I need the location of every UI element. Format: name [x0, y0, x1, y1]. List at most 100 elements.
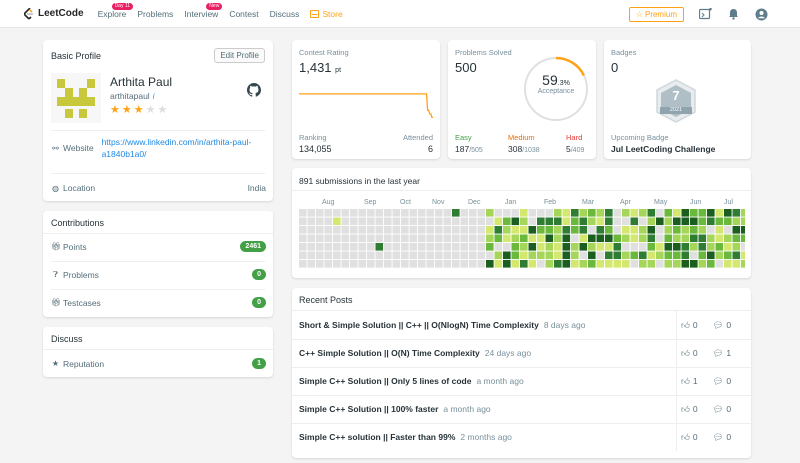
- heatmap-cell: [732, 260, 741, 268]
- heatmap-cell: [477, 217, 486, 226]
- heatmap-cell: [316, 251, 324, 260]
- comment-icon: 💬︎: [712, 375, 724, 386]
- likes-wrap[interactable]: 👍︎ 0: [681, 348, 698, 359]
- post-title[interactable]: C++ Simple Solution || O(N) Time Complex…: [299, 348, 480, 358]
- post-stats: 👍︎ 0 💬︎ 0: [681, 311, 731, 339]
- heatmap-cell: [426, 260, 435, 268]
- heatmap-month-label: Apr: [620, 199, 631, 206]
- upcoming-badge-icon[interactable]: 7 2021: [654, 78, 698, 124]
- heatmap-cell: [324, 243, 333, 251]
- heatmap-cell: [571, 209, 579, 217]
- post-time: 2 months ago: [460, 432, 512, 442]
- edit-profile-button[interactable]: Edit Profile: [214, 48, 265, 63]
- contrib-row-problems[interactable]: ❓︎ Problems 0: [51, 269, 266, 280]
- recent-posts-card: Recent Posts Short & Simple Solution || …: [292, 288, 751, 458]
- heatmap-cell: [511, 234, 520, 243]
- heatmap-cell: [375, 234, 384, 243]
- playground-icon[interactable]: [698, 7, 712, 21]
- post-row[interactable]: Simple C++ Solution || Only 5 lines of c…: [299, 367, 743, 395]
- comments-wrap[interactable]: 💬︎ 0: [713, 432, 732, 443]
- nav-problems[interactable]: Problems: [137, 9, 173, 19]
- heatmap-cell: [630, 260, 639, 268]
- heatmap-cell: [341, 226, 350, 234]
- post-row[interactable]: Simple C++ solution || Faster than 99% 2…: [299, 423, 743, 451]
- location-row: ◍ Location India: [51, 183, 266, 193]
- heatmap-cell: [401, 234, 409, 243]
- nav-interview-label: Interview: [184, 8, 219, 19]
- contrib-row-points[interactable]: 🎁︎ Points 2461: [51, 241, 266, 252]
- heatmap-cell: [707, 234, 715, 243]
- heatmap-cell: [724, 251, 732, 260]
- heatmap-cell: [435, 243, 443, 251]
- comments-wrap[interactable]: 💬︎ 0: [713, 376, 732, 387]
- heatmap-cell: [537, 209, 545, 217]
- bell-icon[interactable]: [726, 7, 740, 21]
- submissions-heatmap[interactable]: [299, 209, 745, 271]
- points-label-wrap: 🎁︎ Points: [51, 242, 87, 252]
- discuss-card: Discuss ★ Reputation 1: [43, 327, 273, 377]
- contest-rating-card: Contest Rating 1,431 pt Ranking 134,055 …: [292, 40, 440, 159]
- likes-wrap[interactable]: 👍︎ 0: [681, 432, 698, 443]
- contest-rating-chart[interactable]: [299, 85, 433, 125]
- rating-stars: ★★★★★: [110, 103, 169, 116]
- heatmap-cell: [741, 243, 745, 251]
- post-title[interactable]: Simple C++ Solution || 100% faster: [299, 404, 438, 414]
- thumbs-up-icon: 👍︎: [681, 431, 690, 442]
- heatmap-cell: [350, 243, 358, 251]
- heatmap-cell: [605, 226, 613, 234]
- nav-explore[interactable]: Explore Day 11: [98, 2, 134, 19]
- heatmap-cell: [426, 251, 435, 260]
- heatmap-cell: [681, 217, 690, 226]
- leetcode-logo[interactable]: LeetCode: [24, 7, 84, 20]
- post-title[interactable]: Simple C++ solution || Faster than 99%: [299, 432, 455, 442]
- likes-wrap[interactable]: 👍︎ 0: [681, 320, 698, 331]
- contrib-row-testcases[interactable]: 🎁︎ Testcases 0: [51, 297, 266, 308]
- heatmap-month-label: Jul: [724, 199, 733, 206]
- basic-profile-card: Basic Profile Edit Profile Arthita Paul …: [43, 40, 273, 201]
- reputation-label-wrap: ★ Reputation: [51, 359, 104, 369]
- heatmap-cell: [579, 209, 588, 217]
- heatmap-cell: [443, 217, 452, 226]
- heatmap-cell: [486, 226, 494, 234]
- discuss-row-reputation[interactable]: ★ Reputation 1: [51, 358, 266, 369]
- location-label: Location: [63, 183, 96, 193]
- nav-discuss[interactable]: Discuss: [270, 9, 300, 19]
- heatmap-cell: [375, 251, 384, 260]
- info-icon[interactable]: i: [153, 92, 155, 101]
- heatmap-cell: [477, 234, 486, 243]
- reputation-badge: 1: [252, 358, 266, 369]
- medium-count: 308/1038: [508, 144, 540, 154]
- premium-label: Premium: [644, 9, 677, 19]
- testcases-badge: 0: [252, 297, 266, 308]
- post-row[interactable]: C++ Simple Solution || O(N) Time Complex…: [299, 339, 743, 367]
- user-icon[interactable]: [754, 7, 768, 21]
- likes-count: 0: [692, 348, 698, 358]
- comments-wrap[interactable]: 💬︎ 1: [713, 348, 732, 359]
- heatmap-month-label: Sep: [364, 199, 377, 206]
- premium-button[interactable]: ☆ Premium: [628, 6, 684, 22]
- heatmap-cell: [409, 251, 418, 260]
- heatmap-cell: [520, 243, 528, 251]
- comments-wrap[interactable]: 💬︎ 0: [713, 404, 732, 415]
- heatmap-cell: [511, 243, 520, 251]
- avatar[interactable]: [51, 73, 101, 123]
- post-row[interactable]: Simple C++ Solution || 100% faster a mon…: [299, 395, 743, 423]
- post-title[interactable]: Short & Simple Solution || C++ || O(Nlog…: [299, 320, 539, 330]
- github-icon[interactable]: [247, 83, 261, 97]
- heatmap-cell: [741, 251, 745, 260]
- likes-wrap[interactable]: 👍︎ 0: [681, 404, 698, 415]
- nav-contest[interactable]: Contest: [229, 9, 258, 19]
- post-title[interactable]: Simple C++ Solution || Only 5 lines of c…: [299, 376, 471, 386]
- nav-store[interactable]: Store: [310, 9, 343, 19]
- post-col-divider: [676, 311, 677, 339]
- heatmap-cell: [605, 260, 613, 268]
- upcoming-badge-name[interactable]: Jul LeetCoding Challenge: [611, 144, 715, 154]
- heatmap-cell: [545, 260, 554, 268]
- nav-interview[interactable]: Interview New: [184, 2, 223, 19]
- heatmap-cell: [630, 226, 639, 234]
- comments-wrap[interactable]: 💬︎ 0: [713, 320, 732, 331]
- heatmap-cell: [350, 260, 358, 268]
- likes-wrap[interactable]: 👍︎ 1: [681, 376, 698, 387]
- post-row[interactable]: Short & Simple Solution || C++ || O(Nlog…: [299, 311, 743, 339]
- website-link[interactable]: https://www.linkedin.com/in/arthita-paul…: [102, 136, 260, 160]
